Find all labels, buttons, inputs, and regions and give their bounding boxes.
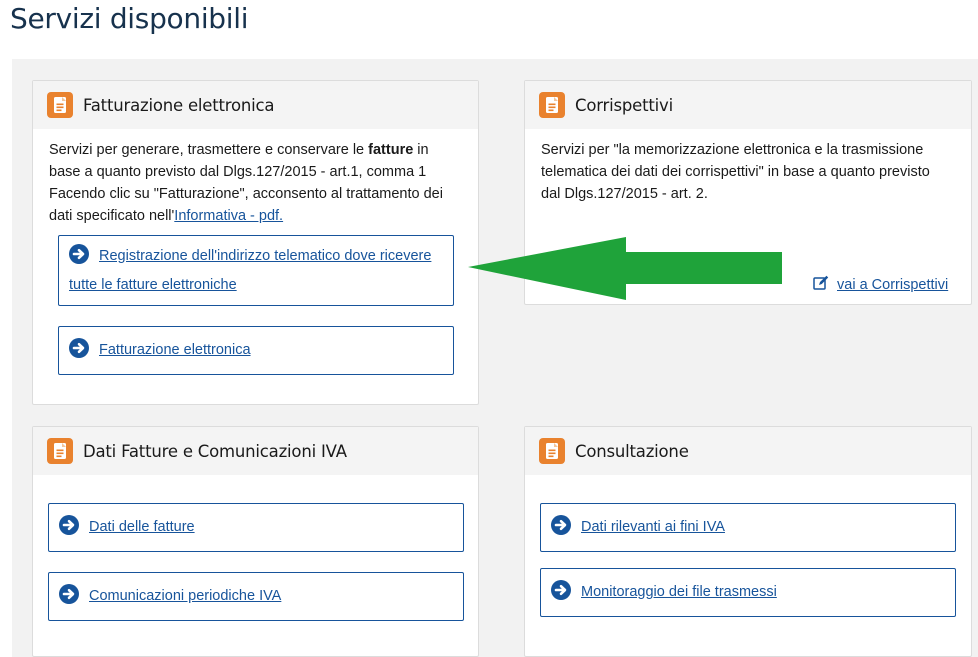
arrow-right-circle-icon xyxy=(69,338,89,358)
arrow-right-circle-icon xyxy=(551,580,571,600)
comunicazioni-periodiche-iva-button[interactable]: Comunicazioni periodiche IVA xyxy=(48,572,464,621)
card-header: Fatturazione elettronica xyxy=(33,81,478,129)
card-title: Dati Fatture e Comunicazioni IVA xyxy=(83,441,347,461)
document-icon xyxy=(539,92,565,118)
dati-delle-fatture-button[interactable]: Dati delle fatture xyxy=(48,503,464,552)
monitoraggio-file-trasmessi-button[interactable]: Monitoraggio dei file trasmessi xyxy=(540,568,956,617)
vai-a-corrispettivi-link[interactable]: vai a Corrispettivi xyxy=(813,275,948,293)
button-label: Monitoraggio dei file trasmessi xyxy=(581,584,777,600)
button-label: Comunicazioni periodiche IVA xyxy=(89,588,282,604)
card-title: Fatturazione elettronica xyxy=(83,95,275,115)
dati-rilevanti-iva-button[interactable]: Dati rilevanti ai fini IVA xyxy=(540,503,956,552)
link-label: vai a Corrispettivi xyxy=(837,277,949,293)
registrazione-indirizzo-button[interactable]: Registrazione dell'indirizzo telematico … xyxy=(58,235,454,306)
card-consultazione: Consultazione Dati rilevanti ai fini IVA… xyxy=(524,426,972,657)
card-title: Consultazione xyxy=(575,441,689,461)
page-title: Servizi disponibili xyxy=(10,2,249,35)
card-description: Servizi per generare, trasmettere e cons… xyxy=(33,129,463,227)
card-header: Consultazione xyxy=(525,427,971,475)
button-label: Fatturazione elettronica xyxy=(99,342,251,358)
card-header: Corrispettivi xyxy=(525,81,971,129)
informativa-pdf-link[interactable]: Informativa - pdf. xyxy=(174,208,283,224)
card-header: Dati Fatture e Comunicazioni IVA xyxy=(33,427,478,475)
card-description: Servizi per "la memorizzazione elettroni… xyxy=(541,142,930,202)
edit-icon xyxy=(813,275,829,290)
arrow-right-circle-icon xyxy=(551,515,571,535)
fatturazione-elettronica-button[interactable]: Fatturazione elettronica xyxy=(58,326,454,375)
arrow-right-circle-icon xyxy=(59,584,79,604)
arrow-right-circle-icon xyxy=(69,244,89,264)
button-label: Dati rilevanti ai fini IVA xyxy=(581,519,725,535)
document-icon xyxy=(47,438,73,464)
card-dati-fatture: Dati Fatture e Comunicazioni IVA Dati de… xyxy=(32,426,479,657)
document-icon xyxy=(539,438,565,464)
arrow-right-circle-icon xyxy=(59,515,79,535)
button-label: Dati delle fatture xyxy=(89,519,195,535)
card-title: Corrispettivi xyxy=(575,95,673,115)
document-icon xyxy=(47,92,73,118)
description-bold: fatture xyxy=(368,142,414,158)
description-text: Servizi per generare, trasmettere e cons… xyxy=(49,142,369,158)
button-label: Registrazione dell'indirizzo telematico … xyxy=(69,248,432,293)
green-arrow-left-icon xyxy=(468,237,782,300)
card-fatturazione-elettronica: Fatturazione elettronica Servizi per gen… xyxy=(32,80,479,405)
